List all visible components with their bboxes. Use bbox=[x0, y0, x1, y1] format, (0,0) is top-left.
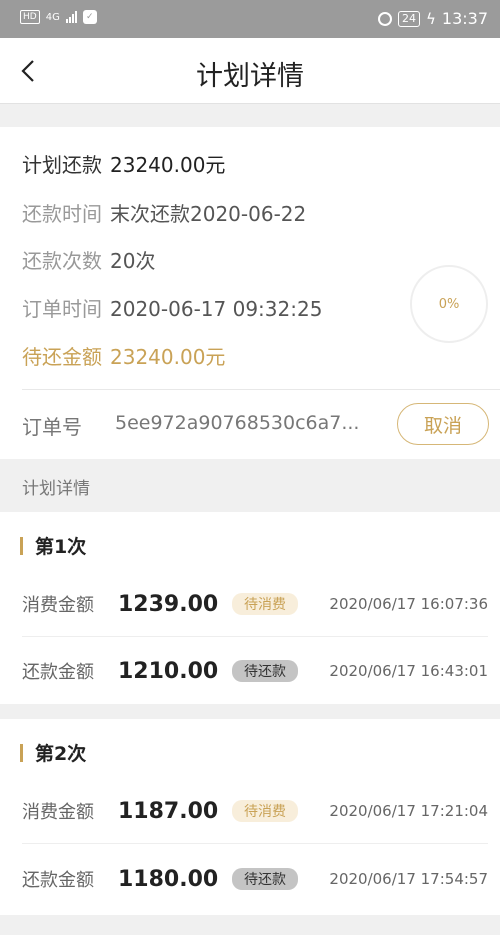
consume-item: 消费金额 1239.00 待消费 2020/06/17 16:07:36 bbox=[22, 589, 488, 619]
status-bar: HD 4G ✓ 24 ϟ 13:37 bbox=[0, 0, 500, 38]
network-badge: HD bbox=[20, 10, 40, 24]
item-time: 2020/06/17 16:43:01 bbox=[329, 662, 488, 680]
repay-item: 还款金额 1180.00 待还款 2020/06/17 17:54:57 bbox=[22, 864, 488, 894]
plan-repay-label: 计划还款 bbox=[22, 153, 102, 177]
status-time: 13:37 bbox=[441, 9, 488, 28]
divider bbox=[22, 843, 488, 844]
repay-time-row: 还款时间 末次还款2020-06-22 bbox=[22, 198, 306, 227]
plan-card: 第1次 消费金额 1239.00 待消费 2020/06/17 16:07:36… bbox=[0, 512, 500, 704]
charging-icon: ϟ bbox=[425, 9, 436, 28]
repay-time-label: 还款时间 bbox=[22, 202, 102, 226]
app-notification-icon: ✓ bbox=[82, 10, 97, 24]
pending-amount-value: 23240.00元 bbox=[110, 345, 226, 369]
pending-amount-label: 待还金额 bbox=[22, 345, 102, 369]
page-title: 计划详情 bbox=[196, 61, 304, 92]
order-time-value: 2020-06-17 09:32:25 bbox=[110, 297, 323, 321]
plan-repay-value: 23240.00元 bbox=[110, 153, 226, 177]
status-badge: 待还款 bbox=[232, 660, 298, 682]
status-badge: 待消费 bbox=[232, 800, 298, 822]
repay-amount: 1180.00 bbox=[118, 866, 219, 892]
consume-item: 消费金额 1187.00 待消费 2020/06/17 17:21:04 bbox=[22, 796, 488, 826]
status-badge: 待还款 bbox=[232, 868, 298, 890]
network-type: 4G bbox=[45, 11, 60, 23]
repay-item: 还款金额 1210.00 待还款 2020/06/17 16:43:01 bbox=[22, 656, 488, 686]
progress-ring: 0% bbox=[410, 265, 488, 343]
divider bbox=[22, 389, 500, 390]
title-accent-bar bbox=[20, 536, 23, 555]
item-time: 2020/06/17 16:07:36 bbox=[329, 595, 488, 613]
battery-icon: 24 bbox=[397, 10, 420, 27]
plan-card-title: 第1次 bbox=[20, 532, 86, 559]
order-number-value: 5ee972a90768530c6a7... bbox=[115, 412, 360, 434]
consume-label: 消费金额 bbox=[22, 802, 94, 823]
item-time: 2020/06/17 17:21:04 bbox=[329, 802, 488, 820]
repay-time-value: 末次还款2020-06-22 bbox=[110, 202, 307, 226]
divider bbox=[22, 636, 488, 637]
section-header: 计划详情 bbox=[22, 479, 90, 499]
plan-card-title-text: 第1次 bbox=[35, 536, 87, 558]
nav-bar: 计划详情 bbox=[0, 38, 500, 104]
alarm-icon bbox=[377, 11, 392, 26]
order-time-label: 订单时间 bbox=[22, 297, 102, 321]
order-time-row: 订单时间 2020-06-17 09:32:25 bbox=[22, 293, 322, 322]
cancel-button[interactable]: 取消 bbox=[397, 403, 489, 445]
plan-summary: 计划还款 23240.00元 还款时间 末次还款2020-06-22 还款次数 20次… bbox=[0, 127, 500, 459]
item-time: 2020/06/17 17:54:57 bbox=[329, 870, 488, 888]
plan-card-title: 第2次 bbox=[20, 739, 86, 766]
repay-amount: 1210.00 bbox=[118, 658, 219, 684]
pending-amount-row: 待还金额 23240.00元 bbox=[22, 341, 225, 370]
consume-label: 消费金额 bbox=[22, 595, 94, 616]
repay-count-value: 20次 bbox=[110, 249, 156, 273]
plan-repay-row: 计划还款 23240.00元 bbox=[22, 149, 225, 178]
consume-amount: 1187.00 bbox=[118, 798, 219, 824]
order-number-label: 订单号 bbox=[22, 415, 82, 439]
status-badge: 待消费 bbox=[232, 593, 298, 615]
progress-text: 0% bbox=[438, 296, 460, 312]
status-right: 24 ϟ 13:37 bbox=[377, 9, 488, 28]
plan-card-title-text: 第2次 bbox=[35, 743, 87, 765]
title-accent-bar bbox=[20, 743, 23, 762]
repay-label: 还款金额 bbox=[22, 662, 94, 683]
repay-count-label: 还款次数 bbox=[22, 249, 102, 273]
plan-card: 第2次 消费金额 1187.00 待消费 2020/06/17 17:21:04… bbox=[0, 719, 500, 915]
repay-label: 还款金额 bbox=[22, 870, 94, 891]
signal-icon bbox=[65, 11, 77, 23]
consume-amount: 1239.00 bbox=[118, 591, 219, 617]
status-left: HD 4G ✓ bbox=[20, 10, 97, 24]
repay-count-row: 还款次数 20次 bbox=[22, 245, 155, 274]
